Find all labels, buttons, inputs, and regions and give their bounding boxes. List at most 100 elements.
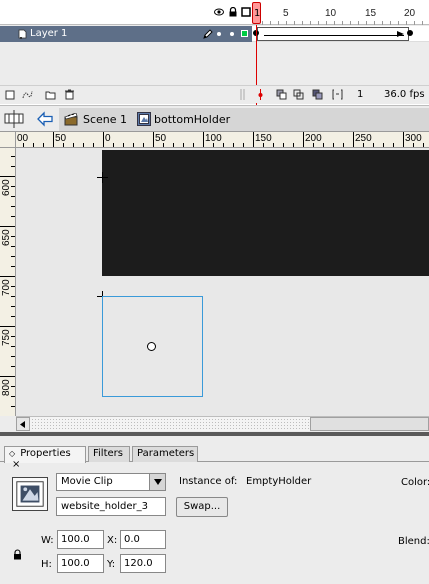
color-label: Color: [401, 477, 429, 488]
movie-clip-symbol-icon [137, 112, 151, 126]
frame-number: 5 [283, 8, 289, 19]
insert-layer-icon[interactable] [5, 89, 16, 100]
ruler-major-tick [53, 132, 54, 147]
ruler-minor-tick [11, 156, 15, 157]
ruler-minor-tick [323, 143, 324, 147]
trash-icon[interactable] [64, 89, 75, 100]
width-field[interactable]: 100.0 [57, 530, 104, 549]
layer-name: Layer 1 [30, 28, 68, 39]
pencil-icon [203, 29, 213, 39]
symbol-type-dropdown[interactable]: Movie Clip [56, 473, 166, 491]
ruler-minor-tick [413, 143, 414, 147]
transform-point[interactable] [147, 342, 156, 351]
ruler-minor-tick [273, 143, 274, 147]
scroll-thumb[interactable] [310, 417, 429, 431]
horizontal-ruler[interactable]: 00 50 0 50 100 150 200 250 300 [16, 132, 429, 148]
outline-icon[interactable] [241, 7, 251, 17]
center-frame-icon[interactable] [255, 89, 266, 100]
chevron-down-icon [154, 479, 162, 485]
ruler-minor-tick [11, 236, 15, 237]
ruler-label: 50 [155, 133, 167, 144]
collapse-arrow-icon[interactable]: ◇ [9, 449, 17, 458]
frame-tick [414, 21, 415, 25]
layer-frames[interactable] [252, 26, 429, 42]
timeline-panel: 5 10 15 20 1 Layer 1 1 36.0 fps [0, 0, 429, 105]
timeline-header: 5 10 15 20 1 [0, 0, 429, 25]
ruler-minor-tick [113, 143, 114, 147]
ruler-minor-tick [423, 143, 424, 147]
stage-canvas[interactable] [16, 148, 429, 416]
ruler-major-tick [103, 132, 104, 147]
timeline-empty-area [0, 43, 429, 85]
frame-tick [406, 21, 407, 25]
dropdown-button[interactable] [149, 474, 165, 490]
swap-button[interactable]: Swap... [176, 497, 228, 517]
current-frame-readout: 1 [357, 89, 364, 100]
ruler-minor-tick [363, 143, 364, 147]
tab-filters[interactable]: Filters [88, 446, 130, 462]
ruler-minor-tick [11, 256, 15, 257]
ruler-minor-tick [183, 143, 184, 147]
modify-onion-markers-icon[interactable] [332, 89, 343, 100]
selected-type: Movie Clip [61, 476, 113, 487]
ruler-minor-tick [11, 406, 15, 407]
onion-skin-icon[interactable] [276, 89, 287, 100]
lock-icon[interactable] [228, 7, 238, 17]
ruler-minor-tick [11, 196, 15, 197]
tab-properties[interactable]: ◇ Properties × [4, 446, 86, 470]
ruler-corner [0, 132, 16, 148]
dark-shape[interactable] [102, 150, 429, 276]
height-field[interactable]: 100.0 [57, 554, 104, 573]
properties-panel: ◇ Properties × Filters Parameters Movie … [0, 436, 429, 584]
end-keyframe[interactable] [407, 30, 413, 36]
ruler-minor-tick [263, 143, 264, 147]
horizontal-scrollbar[interactable] [16, 416, 429, 431]
ruler-label: 600 [1, 179, 12, 196]
layer-row[interactable]: Layer 1 [0, 26, 429, 42]
movie-clip-preview-icon [12, 477, 48, 511]
splitter-grip-icon[interactable] [239, 89, 247, 100]
lock-dot[interactable] [230, 32, 234, 36]
ruler-minor-tick [11, 266, 15, 267]
vertical-ruler[interactable]: 600 650 700 750 800 [0, 148, 16, 416]
add-guide-layer-icon[interactable] [22, 89, 33, 100]
constrain-lock-icon[interactable] [13, 549, 22, 560]
x-label: X: [107, 535, 118, 546]
ruler-minor-tick [343, 143, 344, 147]
breadcrumb-symbol[interactable]: bottomHolder [154, 113, 230, 126]
insert-folder-icon[interactable] [45, 89, 56, 100]
onion-skin-outlines-icon[interactable] [293, 89, 304, 100]
edit-multiple-frames-icon[interactable] [312, 89, 323, 100]
ruler-minor-tick [11, 206, 15, 207]
tab-label: Parameters [137, 448, 195, 459]
ruler-minor-tick [11, 246, 15, 247]
ruler-major-tick [153, 132, 154, 147]
timeline-toggle-icon[interactable] [4, 110, 24, 128]
ruler-minor-tick [123, 143, 124, 147]
ruler-minor-tick [11, 356, 15, 357]
close-icon[interactable]: × [12, 459, 20, 470]
x-field[interactable]: 0.0 [120, 530, 166, 549]
eye-icon[interactable] [214, 7, 224, 17]
stage-area: 00 50 0 50 100 150 200 250 300 600 650 7… [0, 132, 429, 432]
ruler-major-tick [203, 132, 204, 147]
back-arrow-icon[interactable] [36, 111, 54, 127]
ruler-minor-tick [11, 336, 15, 337]
motion-tween-span[interactable] [257, 27, 409, 41]
ruler-minor-tick [11, 186, 15, 187]
tab-parameters[interactable]: Parameters [132, 446, 198, 462]
breadcrumb-scene[interactable]: Scene 1 [83, 113, 127, 126]
ruler-label: 50 [55, 133, 67, 144]
layer-name-cell[interactable]: Layer 1 [0, 26, 252, 42]
layer-outline-color[interactable] [241, 30, 248, 37]
scroll-left-button[interactable] [16, 417, 30, 431]
instance-name-field[interactable]: website_holder_3 [56, 497, 166, 516]
frame-rate-readout[interactable]: 36.0 fps [384, 89, 425, 100]
frame-ruler[interactable]: 5 10 15 20 [252, 0, 429, 25]
scroll-track[interactable] [31, 418, 309, 430]
visibility-dot[interactable] [217, 32, 221, 36]
ruler-minor-tick [11, 296, 15, 297]
ruler-label: 0 [105, 133, 111, 144]
width-label: W: [41, 535, 54, 546]
y-field[interactable]: 120.0 [120, 554, 166, 573]
